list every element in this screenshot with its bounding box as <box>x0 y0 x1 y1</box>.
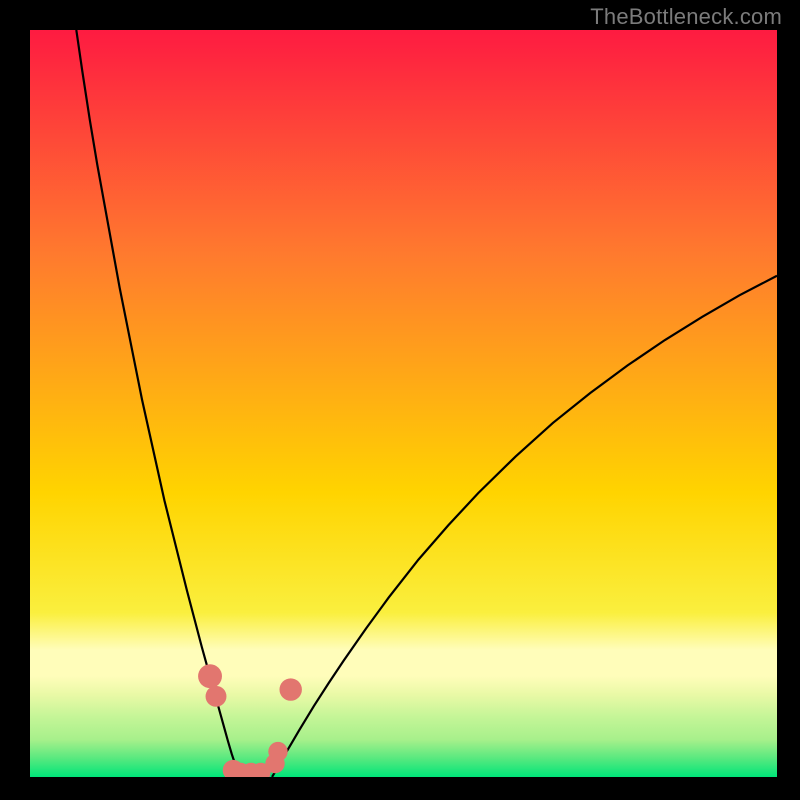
data-marker <box>198 664 222 688</box>
watermark-text: TheBottleneck.com <box>590 4 782 30</box>
plot-area <box>30 30 777 777</box>
chart-frame: TheBottleneck.com <box>0 0 800 800</box>
data-marker <box>279 678 301 700</box>
data-marker <box>206 686 227 707</box>
chart-svg <box>30 30 777 777</box>
data-marker <box>268 742 287 761</box>
